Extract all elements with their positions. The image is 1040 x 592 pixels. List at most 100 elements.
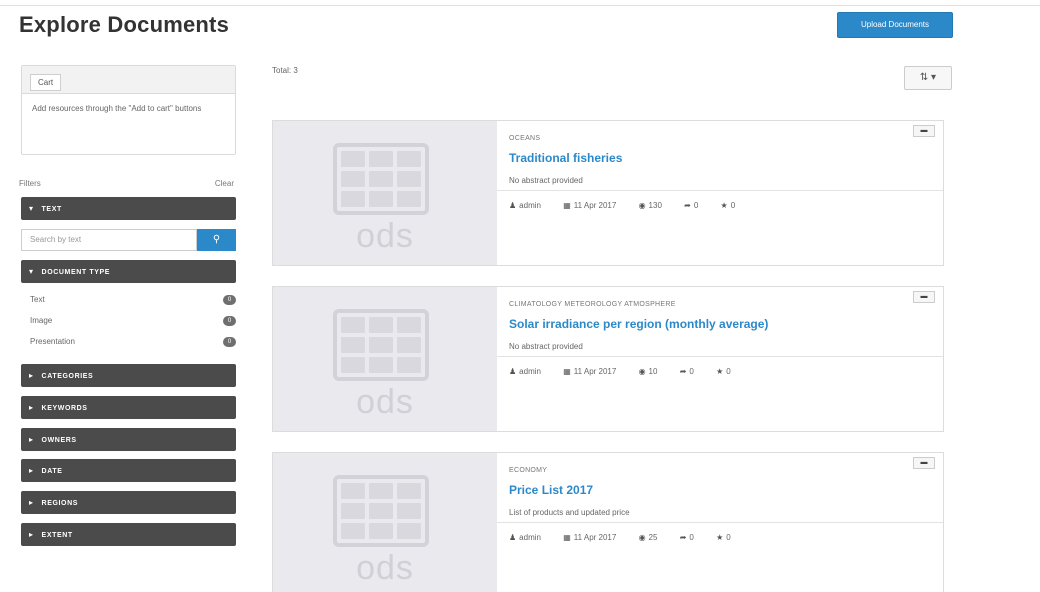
user-icon: ♟	[509, 201, 517, 210]
document-title-link[interactable]: Price List 2017	[509, 483, 593, 497]
filter-section-text[interactable]: ▾ TEXT	[21, 197, 236, 220]
filter-section-label: DATE	[41, 468, 63, 475]
document-owner[interactable]: admin	[519, 533, 541, 542]
chevron-right-icon: ▸	[29, 403, 34, 412]
share-icon: ➦	[679, 533, 687, 542]
document-date: 11 Apr 2017	[573, 201, 617, 210]
document-date: 11 Apr 2017	[573, 367, 617, 376]
document-meta: ♟ admin ▦ 11 Apr 2017 ◉ 130 ➦ 0 ★ 0	[509, 201, 755, 210]
document-date: 11 Apr 2017	[573, 533, 617, 542]
chevron-down-icon: ▾	[29, 204, 34, 213]
rating-count: 0	[730, 201, 736, 210]
upload-documents-button[interactable]: Upload Documents	[837, 12, 953, 38]
eye-icon: ◉	[638, 367, 646, 376]
spreadsheet-icon	[333, 309, 429, 381]
filter-section-label: CATEGORIES	[41, 373, 94, 380]
document-thumbnail[interactable]: ods	[273, 453, 497, 592]
filter-section-categories[interactable]: ▸ CATEGORIES	[21, 364, 236, 387]
filters-label: Filters	[19, 179, 41, 188]
document-card: ods OCEANS Traditional fisheries No abst…	[272, 120, 944, 266]
star-icon: ★	[720, 201, 728, 210]
file-type-label: ods	[356, 217, 414, 255]
filter-section-extent[interactable]: ▸ EXTENT	[21, 523, 236, 546]
chevron-right-icon: ▸	[29, 498, 34, 507]
eye-icon: ◉	[638, 201, 646, 210]
filter-section-label: OWNERS	[41, 437, 77, 444]
share-icon: ➦	[679, 367, 687, 376]
search-icon: ⚲	[212, 234, 221, 245]
filter-section-owners[interactable]: ▸ OWNERS	[21, 428, 236, 451]
chevron-down-icon: ▾	[29, 267, 34, 276]
filter-section-label: DOCUMENT TYPE	[41, 269, 111, 276]
doc-type-label: Text	[30, 295, 45, 304]
doc-type-text[interactable]: Text 0	[30, 292, 236, 308]
calendar-icon: ▦	[563, 533, 571, 542]
count-badge: 0	[223, 316, 236, 326]
page-title: Explore Documents	[19, 12, 230, 37]
rating-count: 0	[726, 367, 731, 376]
document-owner[interactable]: admin	[519, 367, 541, 376]
share-count: 0	[689, 367, 694, 376]
document-title-link[interactable]: Traditional fisheries	[509, 151, 622, 165]
document-category: OCEANS	[509, 135, 541, 142]
cart-header: Cart	[22, 66, 235, 94]
file-type-label: ods	[356, 383, 414, 421]
cart-tab[interactable]: Cart	[30, 74, 62, 91]
share-count: 0	[693, 201, 699, 210]
spreadsheet-icon	[333, 475, 429, 547]
user-icon: ♟	[509, 533, 517, 542]
document-thumbnail[interactable]: ods	[273, 121, 497, 265]
eye-icon: ◉	[638, 533, 646, 542]
document-meta: ♟ admin ▦ 11 Apr 2017 ◉ 10 ➦ 0 ★ 0	[509, 367, 751, 376]
filter-section-label: TEXT	[41, 206, 62, 213]
sort-icon: ⇅	[919, 72, 929, 83]
user-icon: ♟	[509, 367, 517, 376]
document-thumbnail[interactable]: ods	[273, 287, 497, 431]
filters-header: Filters Clear	[19, 179, 236, 188]
chevron-right-icon: ▸	[29, 466, 34, 475]
filter-section-keywords[interactable]: ▸ KEYWORDS	[21, 396, 236, 419]
add-to-cart-button[interactable]: ▬	[913, 291, 935, 303]
cart-icon: ▬	[920, 459, 928, 466]
document-abstract: List of products and updated price	[509, 508, 630, 517]
document-title-link[interactable]: Solar irradiance per region (monthly ave…	[509, 317, 768, 331]
doc-type-presentation[interactable]: Presentation 0	[30, 334, 236, 350]
spreadsheet-icon	[333, 143, 429, 215]
calendar-icon: ▦	[563, 367, 571, 376]
count-badge: 0	[223, 295, 236, 305]
doc-type-image[interactable]: Image 0	[30, 313, 236, 329]
calendar-icon: ▦	[563, 201, 571, 210]
document-abstract: No abstract provided	[509, 342, 583, 351]
chevron-right-icon: ▸	[29, 435, 34, 444]
view-count: 130	[648, 201, 662, 210]
doc-type-label: Presentation	[30, 337, 75, 346]
count-badge: 0	[223, 337, 236, 347]
cart-icon: ▬	[920, 293, 928, 300]
add-to-cart-button[interactable]: ▬	[913, 457, 935, 469]
add-to-cart-button[interactable]: ▬	[913, 125, 935, 137]
filter-section-date[interactable]: ▸ DATE	[21, 459, 236, 482]
document-meta: ♟ admin ▦ 11 Apr 2017 ◉ 25 ➦ 0 ★ 0	[509, 533, 751, 542]
search-input[interactable]: Search by text	[21, 229, 197, 251]
view-count: 10	[648, 367, 658, 376]
file-type-label: ods	[356, 549, 414, 587]
search-button[interactable]: ⚲	[197, 229, 236, 251]
filter-section-label: EXTENT	[41, 532, 73, 539]
document-abstract: No abstract provided	[509, 176, 583, 185]
rating-count: 0	[726, 533, 731, 542]
cart-icon: ▬	[920, 127, 928, 134]
view-count: 25	[648, 533, 658, 542]
document-category: ECONOMY	[509, 467, 548, 474]
star-icon: ★	[716, 367, 724, 376]
clear-filters-link[interactable]: Clear	[215, 179, 234, 188]
filter-section-regions[interactable]: ▸ REGIONS	[21, 491, 236, 514]
document-owner[interactable]: admin	[519, 201, 541, 210]
cart-message: Add resources through the "Add to cart" …	[32, 104, 202, 113]
card-divider	[497, 522, 943, 523]
cart-panel: Cart Add resources through the "Add to c…	[21, 65, 236, 155]
document-category: CLIMATOLOGY METEOROLOGY ATMOSPHERE	[509, 301, 676, 308]
document-card: ods ECONOMY Price List 2017 List of prod…	[272, 452, 944, 592]
filter-section-document-type[interactable]: ▾ DOCUMENT TYPE	[21, 260, 236, 283]
chevron-right-icon: ▸	[29, 530, 34, 539]
sort-dropdown[interactable]: ⇅ ▾	[904, 66, 952, 90]
